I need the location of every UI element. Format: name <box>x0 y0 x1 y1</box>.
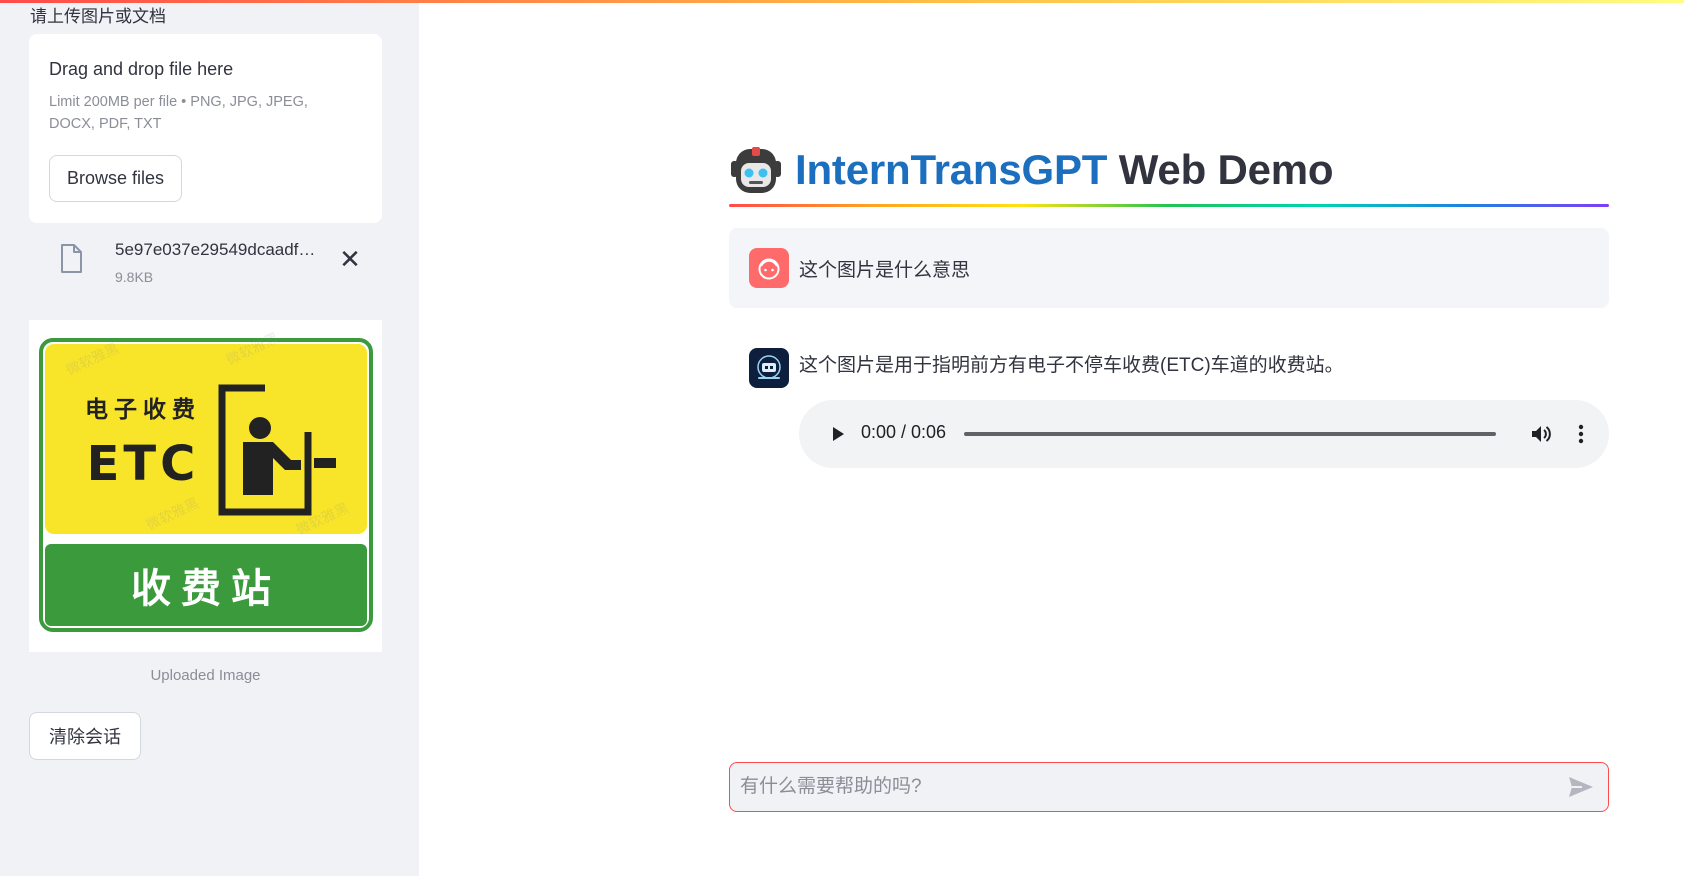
title-brand-text: InternTransGPT <box>795 146 1108 193</box>
volume-icon[interactable] <box>1527 420 1555 448</box>
uploader-label: 请上传图片或文档 <box>30 7 166 26</box>
chat-message-user: 这个图片是什么意思 <box>729 228 1609 308</box>
assistant-avatar-icon <box>749 348 789 388</box>
uploaded-file-size: 9.8KB <box>115 269 154 285</box>
top-decoration-bar <box>0 0 1684 3</box>
etc-toll-sign-image: 电子收费 ETC 收费站 微软雅黑 微软雅黑 微软雅黑 微软雅黑 <box>29 320 382 652</box>
user-message-text: 这个图片是什么意思 <box>799 260 971 281</box>
page-title: InternTransGPT Web Demo <box>729 140 1334 200</box>
dropzone-limit-text: Limit 200MB per file • PNG, JPG, JPEG, D… <box>49 94 308 132</box>
browse-files-button[interactable]: Browse files <box>49 155 182 202</box>
file-icon <box>61 244 82 273</box>
close-icon[interactable]: ✕ <box>335 244 365 274</box>
sidebar: 请上传图片或文档 Drag and drop file here Limit 2… <box>0 0 419 876</box>
main-content: InternTransGPT Web Demo 这个图片是什么意思 这个图片是用… <box>419 0 1684 876</box>
audio-player: 0:00 / 0:06 <box>799 400 1609 468</box>
uploaded-image: 电子收费 ETC 收费站 微软雅黑 微软雅黑 微软雅黑 微软雅黑 <box>29 320 382 652</box>
title-divider <box>729 204 1609 207</box>
sign-bottom-text: 收费站 <box>131 566 281 612</box>
chat-input[interactable] <box>740 763 1540 810</box>
chat-message-assistant: 这个图片是用于指明前方有电子不停车收费(ETC)车道的收费站。 0:00 / 0… <box>729 333 1609 493</box>
file-dropzone[interactable]: Drag and drop file here Limit 200MB per … <box>29 34 382 223</box>
clear-conversation-button[interactable]: 清除会话 <box>29 712 141 760</box>
send-icon[interactable] <box>1566 773 1596 801</box>
uploaded-file-name: 5e97e037e29549dcaadf… <box>115 240 316 259</box>
more-options-icon[interactable] <box>1567 420 1595 448</box>
robot-icon <box>731 147 781 193</box>
sign-top-line1: 电子收费 <box>85 396 201 423</box>
title-rest-text: Web Demo <box>1107 146 1334 193</box>
uploaded-file-row: 5e97e037e29549dcaadf… 9.8KB ✕ <box>29 236 382 286</box>
assistant-message-text: 这个图片是用于指明前方有电子不停车收费(ETC)车道的收费站。 <box>799 355 1344 376</box>
audio-time: 0:00 / 0:06 <box>861 422 947 442</box>
image-caption: Uploaded Image <box>150 667 261 684</box>
user-avatar-icon <box>749 248 789 288</box>
play-icon[interactable] <box>823 420 851 448</box>
audio-progress-bar[interactable] <box>964 432 1496 436</box>
dropzone-title: Drag and drop file here <box>49 59 234 79</box>
sign-top-line2: ETC <box>87 436 200 492</box>
chat-input-container <box>729 762 1609 812</box>
